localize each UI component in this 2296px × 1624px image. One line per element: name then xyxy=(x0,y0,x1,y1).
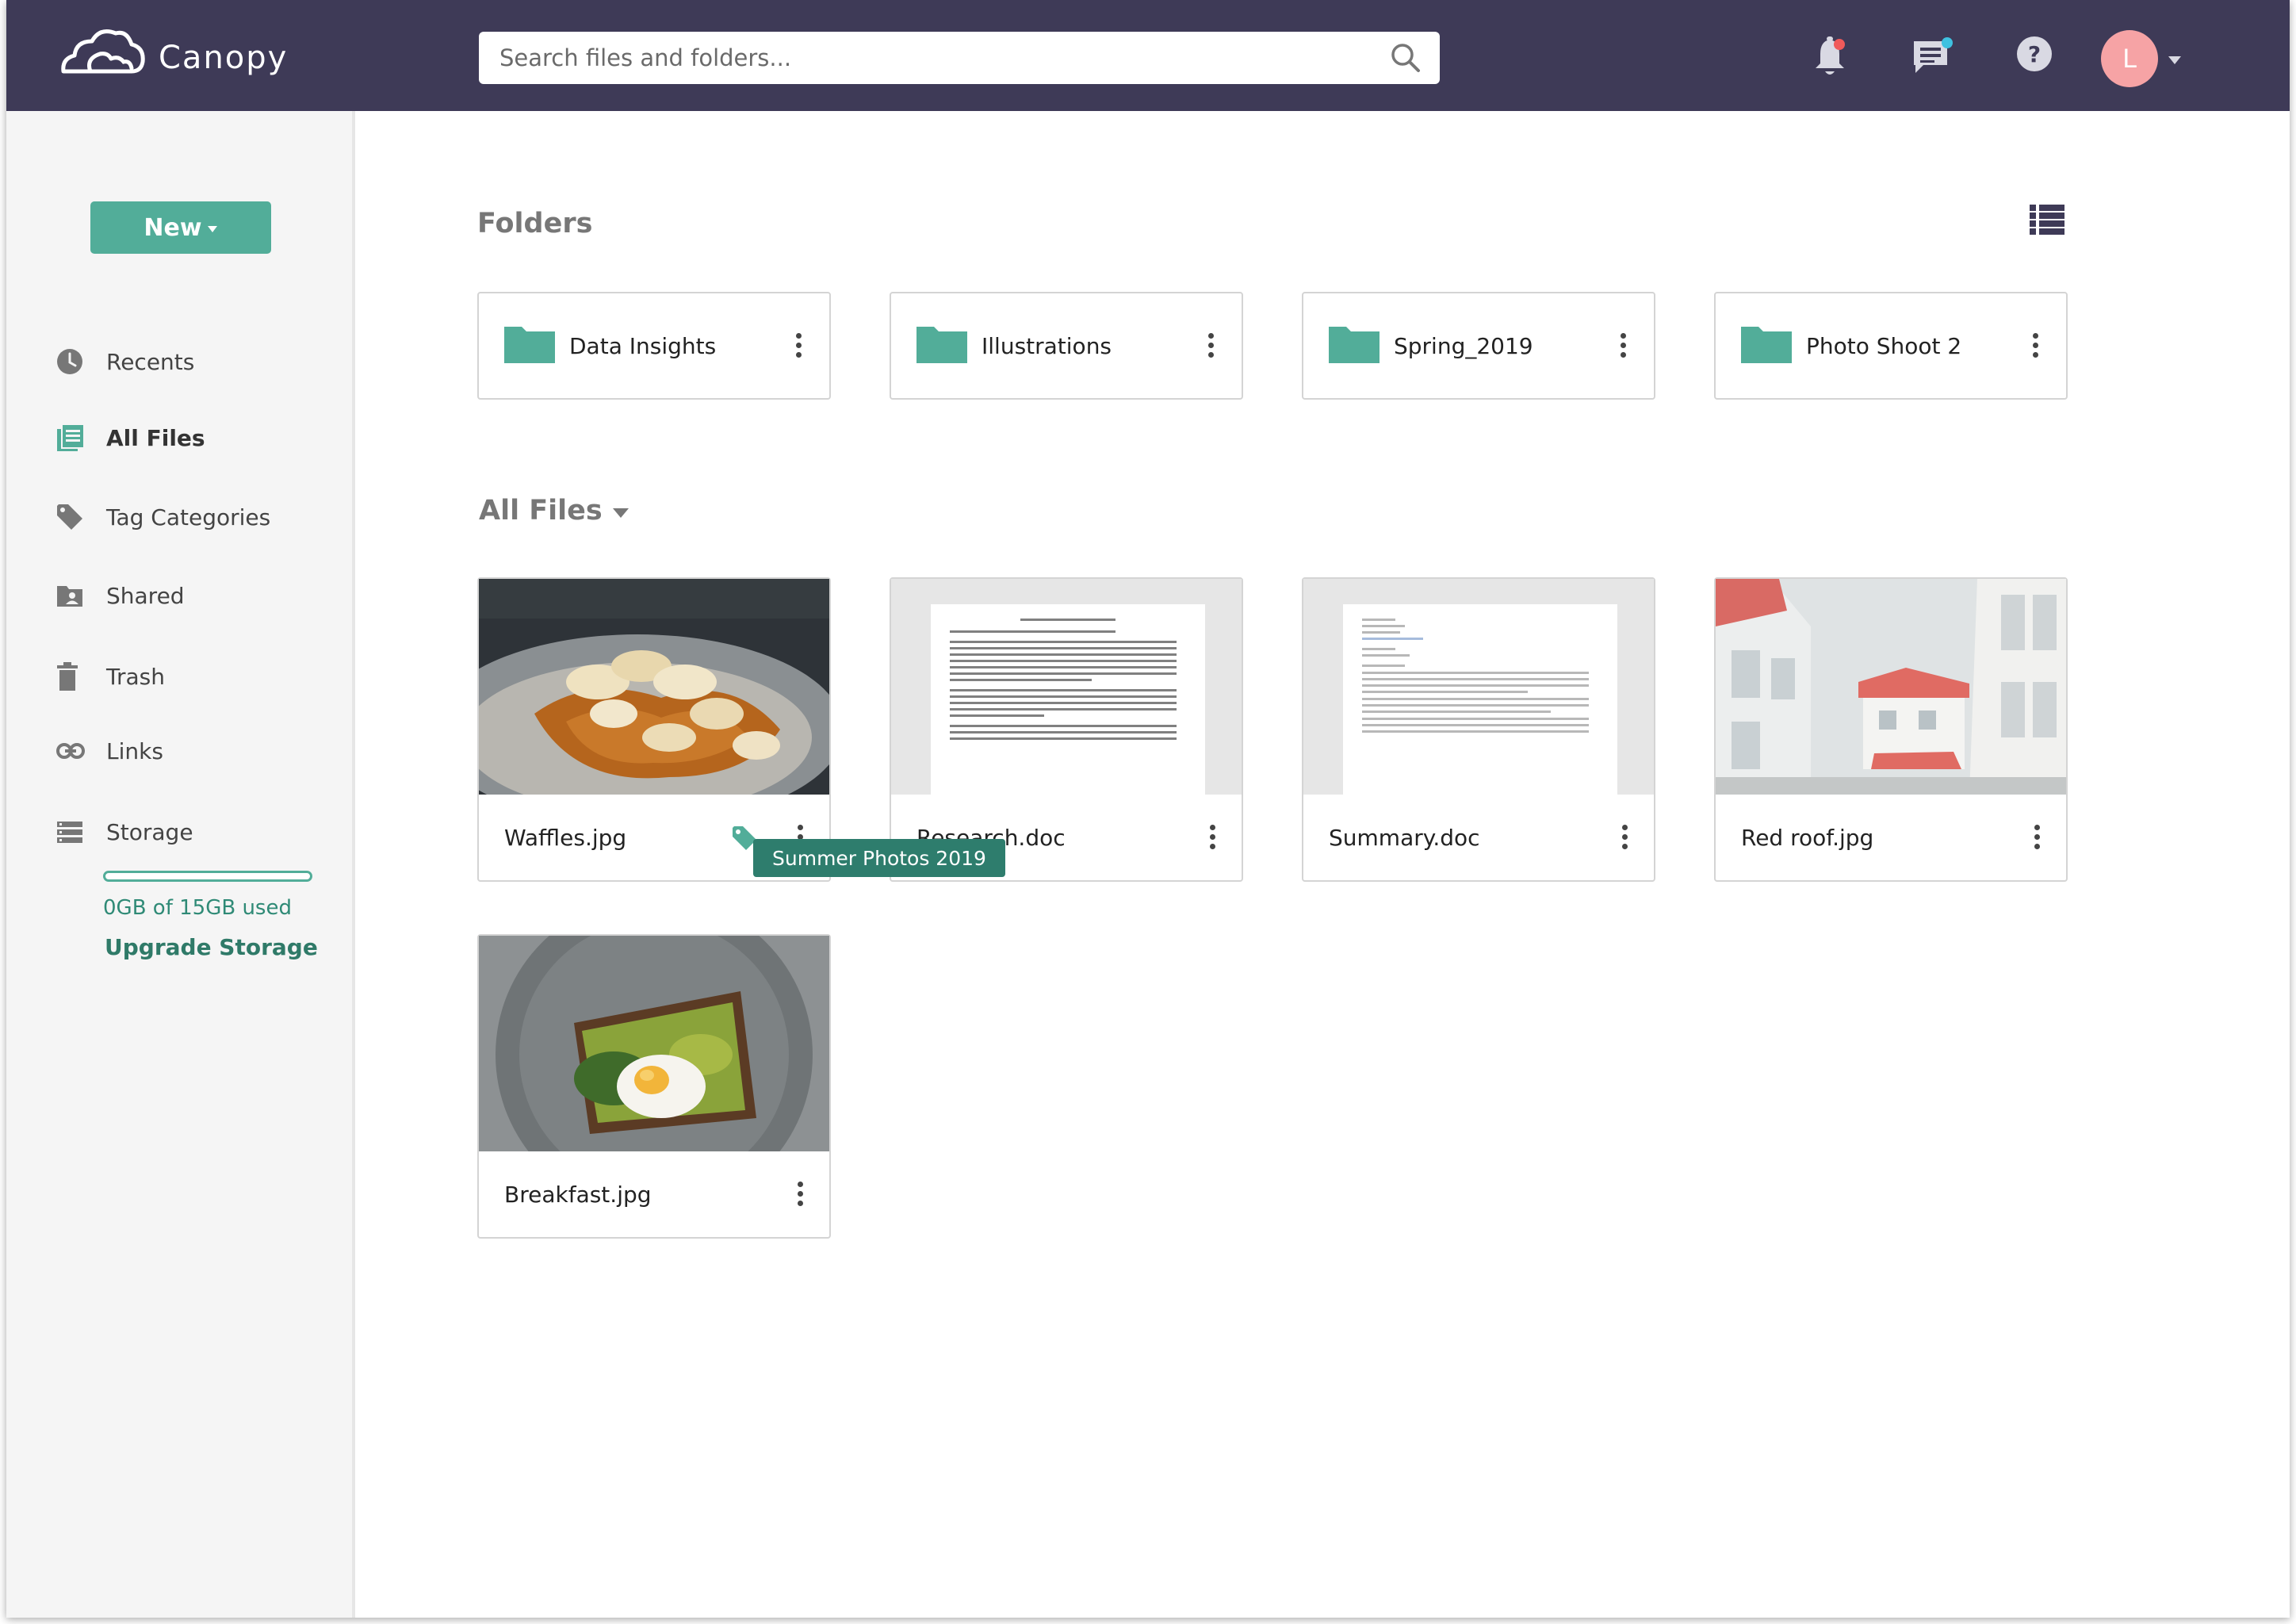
folder-icon xyxy=(1741,327,1792,363)
folder-card[interactable]: Illustrations xyxy=(890,292,1243,400)
file-thumbnail xyxy=(891,579,1242,795)
user-avatar[interactable]: L xyxy=(2101,30,2158,87)
svg-text:?: ? xyxy=(2028,41,2041,67)
folder-icon xyxy=(916,327,967,363)
sidebar-item-label: Links xyxy=(106,737,163,764)
file-card[interactable]: Red roof.jpg xyxy=(1714,577,2068,882)
more-options-icon[interactable] xyxy=(1210,825,1215,849)
folders-heading: Folders xyxy=(477,208,593,239)
file-name: Summary.doc xyxy=(1329,825,1480,851)
search-icon[interactable] xyxy=(1389,41,1422,75)
messages-icon[interactable] xyxy=(1911,35,1955,79)
trash-icon xyxy=(57,662,78,691)
more-options-icon[interactable] xyxy=(796,333,802,358)
more-options-icon[interactable] xyxy=(1621,333,1626,358)
sidebar-item-all-files[interactable]: All Files xyxy=(55,418,205,458)
document-preview xyxy=(1303,579,1654,795)
sidebar-item-recents[interactable]: Recents xyxy=(55,342,194,381)
sidebar-item-label: Shared xyxy=(106,582,185,609)
clock-icon xyxy=(57,349,82,374)
sidebar-item-trash[interactable]: Trash xyxy=(55,657,165,696)
file-name: Waffles.jpg xyxy=(504,825,627,851)
storage-usage-text: 0GB of 15GB used xyxy=(103,896,292,920)
houses-photo xyxy=(1716,579,2066,795)
file-thumbnail xyxy=(1303,579,1654,795)
sidebar-item-tag-categories[interactable]: Tag Categories xyxy=(55,497,270,537)
waffles-photo xyxy=(479,579,829,795)
folder-name: Illustrations xyxy=(982,333,1112,359)
file-thumbnail xyxy=(479,936,829,1151)
sidebar-item-storage[interactable]: Storage xyxy=(55,812,193,852)
sidebar-item-label: Storage xyxy=(106,818,193,845)
storage-icon xyxy=(57,822,82,843)
sidebar-item-label: Trash xyxy=(106,663,165,690)
upgrade-storage-link[interactable]: Upgrade Storage xyxy=(105,934,318,960)
file-card[interactable]: Waffles.jpg xyxy=(477,577,831,882)
file-name: Breakfast.jpg xyxy=(504,1182,652,1208)
document-preview xyxy=(891,579,1242,795)
storage-progress-bar xyxy=(103,871,312,882)
folder-card[interactable]: Data Insights xyxy=(477,292,831,400)
caret-down-icon xyxy=(207,226,217,232)
more-options-icon[interactable] xyxy=(2034,825,2040,849)
sidebar-item-links[interactable]: Links xyxy=(55,731,163,771)
shared-folder-icon xyxy=(57,586,82,607)
chevron-down-icon[interactable] xyxy=(2168,56,2182,65)
sidebar-item-shared[interactable]: Shared xyxy=(55,576,185,615)
search-input[interactable] xyxy=(479,32,1351,84)
all-files-heading: All Files xyxy=(479,495,603,527)
all-files-dropdown[interactable]: All Files xyxy=(479,495,629,527)
tag-icon xyxy=(57,504,82,530)
sidebar-item-label: All Files xyxy=(106,424,205,451)
sidebar-item-label: Tag Categories xyxy=(106,504,271,530)
sidebar-item-label: Recents xyxy=(106,348,195,375)
more-options-icon[interactable] xyxy=(2033,333,2038,358)
sidebar: New Recents All Files Tag Categories Sha… xyxy=(6,111,355,1618)
new-button-label: New xyxy=(144,213,202,242)
more-options-icon[interactable] xyxy=(1622,825,1628,849)
more-options-icon[interactable] xyxy=(1208,333,1214,358)
folder-card[interactable]: Photo Shoot 2 xyxy=(1714,292,2068,400)
more-options-icon[interactable] xyxy=(798,1182,803,1206)
folder-icon xyxy=(1329,327,1380,363)
folder-card[interactable]: Spring_2019 xyxy=(1302,292,1655,400)
app-window: Canopy ? L xyxy=(6,0,2290,1618)
file-card[interactable]: Research.doc xyxy=(890,577,1243,882)
file-card[interactable]: Breakfast.jpg xyxy=(477,934,831,1239)
folder-name: Data Insights xyxy=(569,333,717,359)
help-icon[interactable]: ? xyxy=(2015,35,2053,73)
file-name: Red roof.jpg xyxy=(1741,825,1874,851)
files-icon xyxy=(57,423,85,451)
link-icon xyxy=(56,743,85,759)
list-view-icon[interactable] xyxy=(2030,205,2064,235)
top-navigation-bar: Canopy ? L xyxy=(6,0,2290,111)
file-thumbnail xyxy=(479,579,829,795)
search-bar[interactable] xyxy=(479,32,1440,84)
folder-icon xyxy=(504,327,555,363)
app-name: Canopy xyxy=(159,40,289,76)
folder-name: Photo Shoot 2 xyxy=(1806,333,1962,359)
folder-name: Spring_2019 xyxy=(1394,333,1533,359)
cloud-logo-icon xyxy=(61,29,145,74)
file-card[interactable]: Summary.doc xyxy=(1302,577,1655,882)
avocado-toast-photo xyxy=(479,936,829,1151)
caret-down-icon xyxy=(612,508,629,518)
app-logo[interactable]: Canopy xyxy=(59,24,288,79)
notification-bell-icon[interactable] xyxy=(1811,35,1849,79)
new-button[interactable]: New xyxy=(90,201,271,254)
tag-tooltip: Summer Photos 2019 xyxy=(753,839,1005,877)
file-thumbnail xyxy=(1716,579,2066,795)
